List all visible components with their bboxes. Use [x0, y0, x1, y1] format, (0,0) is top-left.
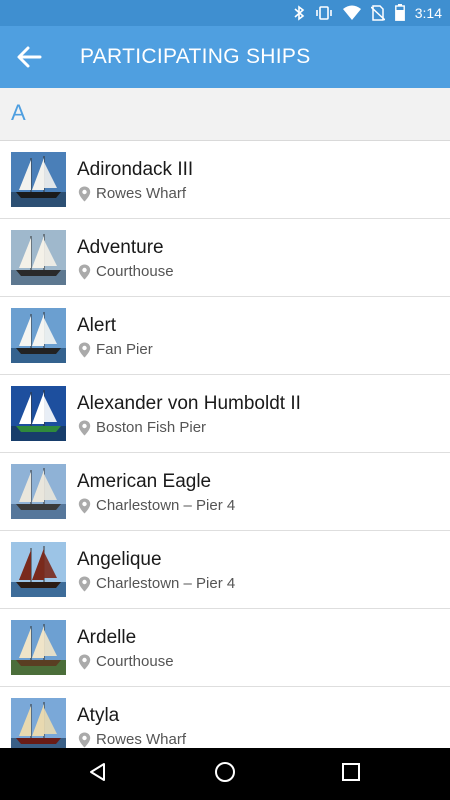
ship-location: Boston Fish Pier [96, 419, 207, 436]
location-pin-icon [78, 576, 91, 597]
ship-location: Rowes Wharf [96, 731, 187, 748]
page-title: PARTICIPATING SHIPS [80, 45, 311, 68]
list-item[interactable]: Alert Fan Pier [0, 297, 450, 375]
battery-icon [394, 4, 405, 21]
location-pin-icon [78, 264, 91, 285]
section-letter: A [11, 100, 26, 125]
list-item[interactable]: Ardelle Courthouse [0, 609, 450, 687]
status-bar: 3:14 [0, 0, 450, 26]
ship-list[interactable]: Adirondack III Rowes Wharf Adventure Cou… [0, 141, 450, 748]
ship-thumbnail [11, 698, 66, 748]
ship-thumbnail [11, 308, 66, 363]
ship-name: Atyla [77, 705, 120, 726]
ship-thumbnail [11, 230, 66, 285]
arrow-left-icon[interactable] [14, 46, 46, 75]
list-item[interactable]: Atyla Rowes Wharf [0, 687, 450, 748]
ship-thumbnail [11, 152, 66, 207]
nav-back-button[interactable] [82, 758, 114, 790]
no-sim-icon [370, 4, 385, 21]
status-time: 3:14 [414, 4, 442, 21]
ship-thumbnail [11, 542, 66, 597]
section-header: A [0, 88, 450, 141]
ship-location: Charlestown – Pier 4 [96, 575, 236, 592]
ship-name: Adventure [77, 237, 164, 258]
nav-recents-button[interactable] [335, 758, 367, 790]
list-item[interactable]: Adirondack III Rowes Wharf [0, 141, 450, 219]
app-bar: PARTICIPATING SHIPS [0, 26, 450, 88]
vibrate-icon [315, 5, 333, 21]
ship-name: Alert [77, 315, 117, 336]
location-pin-icon [78, 342, 91, 363]
ship-thumbnail [11, 386, 66, 441]
ship-location: Courthouse [96, 263, 174, 280]
list-item[interactable]: Adventure Courthouse [0, 219, 450, 297]
ship-location: Charlestown – Pier 4 [96, 497, 236, 514]
location-pin-icon [78, 420, 91, 441]
home-circle-icon[interactable] [214, 761, 236, 788]
bluetooth-icon [293, 4, 305, 21]
ship-name: Adirondack III [77, 159, 194, 180]
ship-name: Alexander von Humboldt II [77, 393, 301, 414]
list-item[interactable]: American Eagle Charlestown – Pier 4 [0, 453, 450, 531]
location-pin-icon [78, 732, 91, 748]
ship-name: Angelique [77, 549, 162, 570]
nav-home-button[interactable] [209, 758, 241, 790]
ship-location: Courthouse [96, 653, 174, 670]
back-button[interactable] [14, 43, 46, 71]
ship-location: Fan Pier [96, 341, 153, 358]
location-pin-icon [78, 186, 91, 207]
ship-thumbnail [11, 620, 66, 675]
list-item[interactable]: Alexander von Humboldt II Boston Fish Pi… [0, 375, 450, 453]
ship-location: Rowes Wharf [96, 185, 187, 202]
recents-square-icon[interactable] [341, 762, 361, 787]
back-triangle-icon[interactable] [87, 761, 109, 788]
list-item[interactable]: Angelique Charlestown – Pier 4 [0, 531, 450, 609]
status-icons: 3:14 [293, 4, 442, 21]
location-pin-icon [78, 498, 91, 519]
system-nav-bar [0, 748, 450, 800]
wifi-icon [342, 5, 361, 20]
location-pin-icon [78, 654, 91, 675]
ship-name: American Eagle [77, 471, 212, 492]
ship-name: Ardelle [77, 627, 137, 648]
ship-thumbnail [11, 464, 66, 519]
